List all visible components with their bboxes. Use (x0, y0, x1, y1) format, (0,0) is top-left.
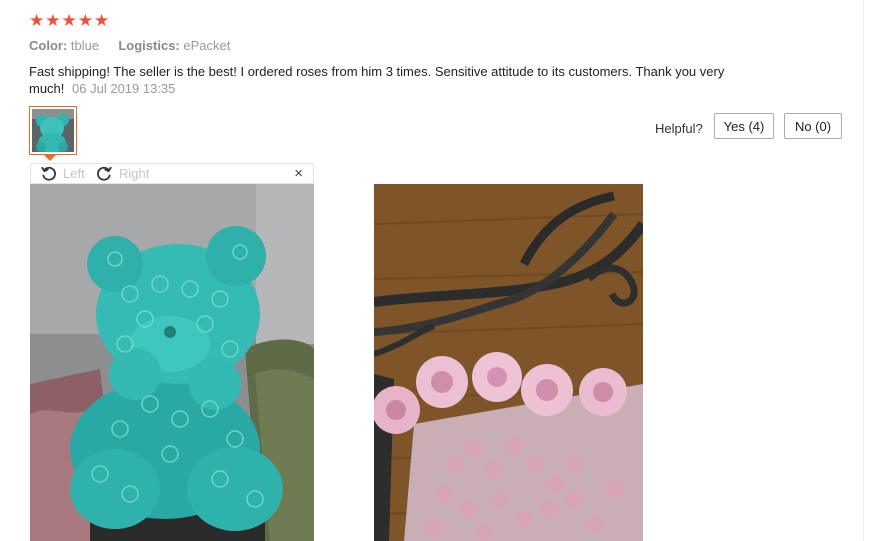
rating-stars: ★ ★ ★ ★ ★ (29, 12, 109, 30)
review-photo-thumbnail[interactable] (29, 106, 77, 155)
rotate-right-button[interactable]: Right (96, 164, 149, 183)
rotate-left-icon (41, 166, 56, 181)
review-body: Fast shipping! The seller is the best! I… (29, 63, 749, 97)
color-value: tblue (70, 38, 100, 53)
review-date: 06 Jul 2019 13:35 (72, 81, 176, 96)
star-icon: ★ (29, 11, 45, 30)
panel-divider (863, 0, 864, 541)
star-icon: ★ (45, 11, 61, 30)
star-icon: ★ (77, 11, 93, 30)
teddy-bear-thumbnail-image (32, 109, 74, 152)
rose-heads-photo-image (374, 184, 643, 541)
logistics-value: ePacket (183, 38, 231, 53)
helpful-yes-button[interactable]: Yes (4) (714, 113, 774, 139)
rotate-right-label: Right (119, 166, 150, 181)
review-photo-teddy-bear[interactable] (30, 184, 314, 541)
teddy-bear-photo-image (30, 184, 314, 541)
helpful-label: Helpful? (655, 121, 703, 136)
order-attributes: Color: tblue Logistics: ePacket (29, 38, 230, 53)
thumbnail-caret (44, 155, 56, 161)
rotate-left-label: Left (63, 166, 85, 181)
close-viewer-button[interactable]: × (294, 164, 303, 183)
color-label: Color: (29, 38, 68, 53)
review-photo-rose-heads[interactable] (374, 184, 643, 541)
star-icon: ★ (61, 11, 77, 30)
star-icon: ★ (94, 11, 110, 30)
rotate-right-icon (97, 166, 112, 181)
photo-viewer-toolbar: Left Right × (30, 163, 314, 184)
logistics-label: Logistics: (118, 38, 180, 53)
helpful-no-button[interactable]: No (0) (784, 113, 842, 139)
rotate-left-button[interactable]: Left (40, 164, 85, 183)
